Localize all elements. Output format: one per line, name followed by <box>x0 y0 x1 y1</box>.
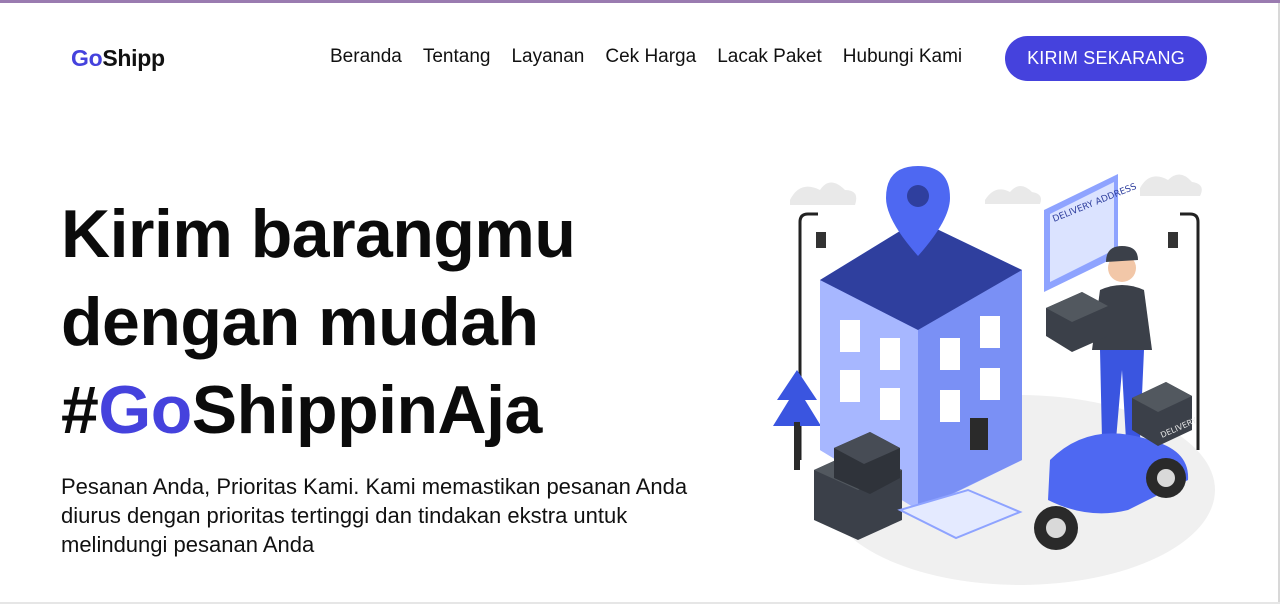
hero-title-line2: dengan mudah <box>61 284 539 360</box>
nav-item-cek-harga[interactable]: Cek Harga <box>605 46 696 68</box>
main-nav: Beranda Tentang Layanan Cek Harga Lacak … <box>330 46 983 68</box>
kirim-sekarang-button[interactable]: KIRIM SEKARANG <box>1005 36 1207 81</box>
nav-item-tentang[interactable]: Tentang <box>423 46 491 68</box>
window-top-border <box>0 0 1280 3</box>
hero-title-hash: # <box>61 372 99 448</box>
hero-title: Kirim barangmu dengan mudah #GoShippinAj… <box>61 190 576 454</box>
nav-item-hubungi-kami[interactable]: Hubungi Kami <box>843 46 962 68</box>
brand-logo[interactable]: GoShipp <box>71 45 165 72</box>
nav-item-lacak-paket[interactable]: Lacak Paket <box>717 46 822 68</box>
hero-title-line1: Kirim barangmu <box>61 196 576 272</box>
nav-item-beranda[interactable]: Beranda <box>330 46 402 68</box>
site-header: GoShipp Beranda Tentang Layanan Cek Harg… <box>0 30 1280 88</box>
brand-suffix: Shipp <box>102 45 165 71</box>
hero-title-rest: ShippinAja <box>191 372 543 448</box>
delivery-illustration: DELIVERY ADDRESS DELIVERY <box>773 166 1215 585</box>
nav-item-layanan[interactable]: Layanan <box>511 46 584 68</box>
hero-subtitle: Pesanan Anda, Prioritas Kami. Kami memas… <box>61 474 688 557</box>
hero-title-line3: #GoShippinAja <box>61 366 575 454</box>
brand-prefix: Go <box>71 45 103 71</box>
hero-title-highlight: Go <box>98 372 192 448</box>
